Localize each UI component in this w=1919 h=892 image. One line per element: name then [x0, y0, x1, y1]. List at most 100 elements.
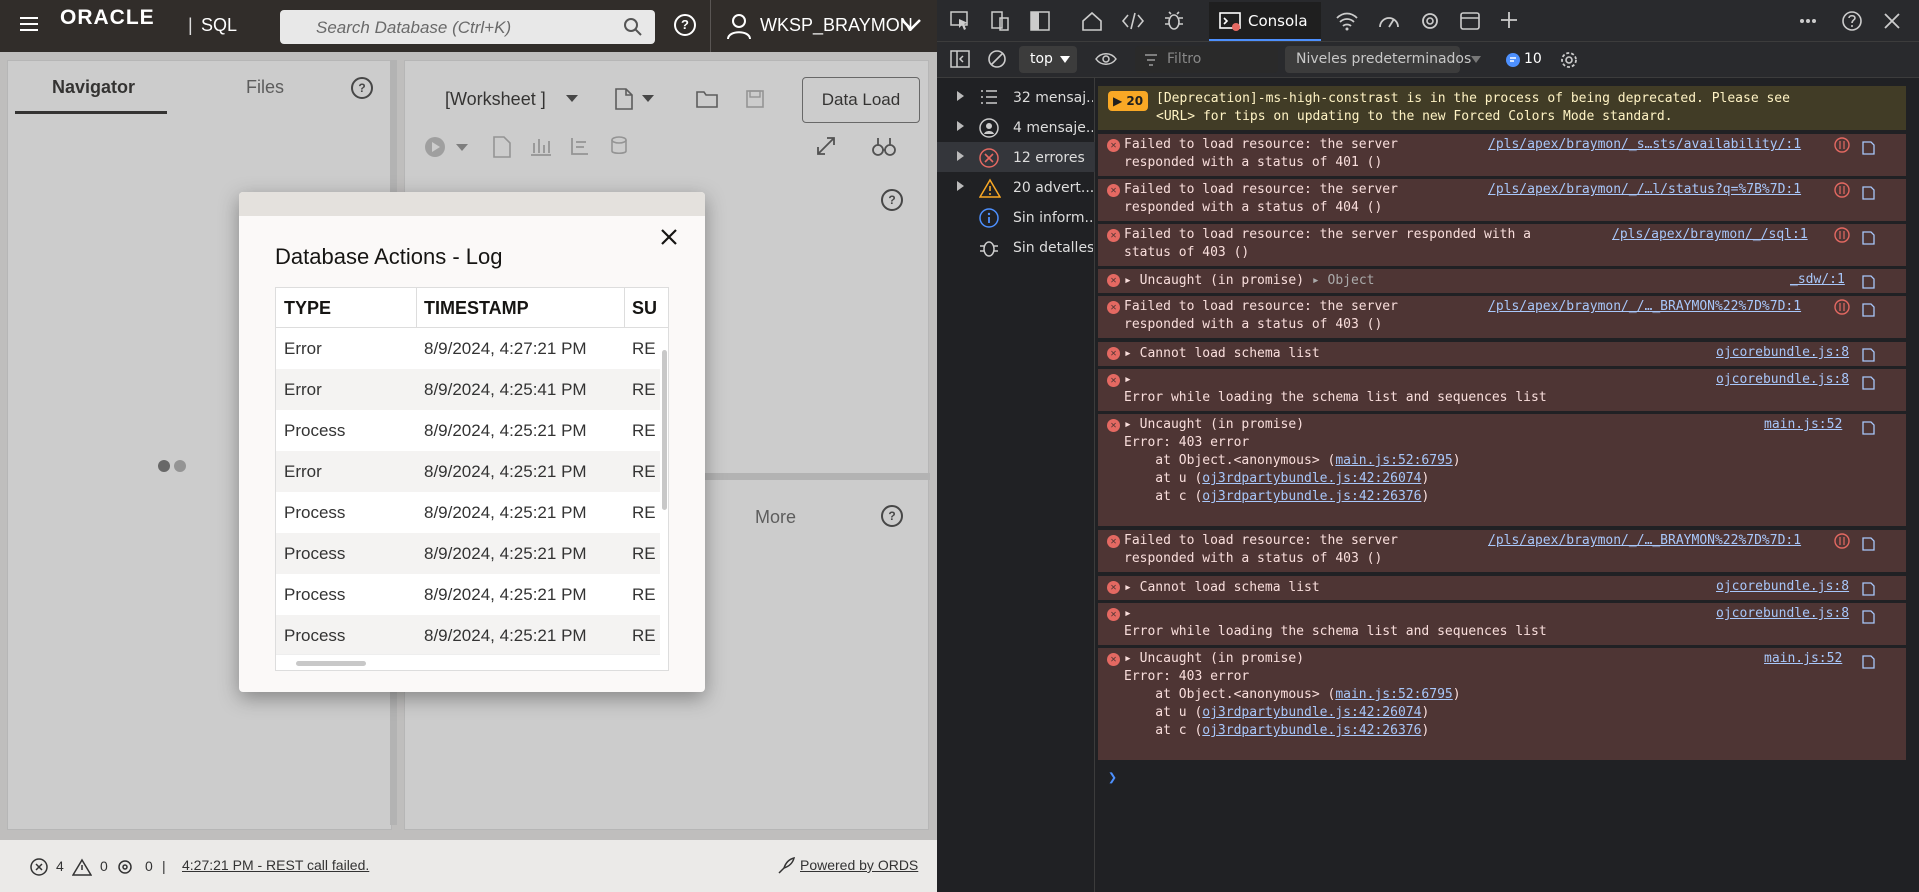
console-error[interactable]: ✕ Failed to load resource: the server re…: [1098, 530, 1906, 572]
sidebar-toggle-icon[interactable]: [949, 49, 971, 69]
source-link[interactable]: main.js:52: [1764, 651, 1842, 666]
console-error[interactable]: ✕ ▸ Uncaught (in promise) Error: 403 err…: [1098, 648, 1906, 760]
memory-chip-icon[interactable]: [1419, 10, 1441, 32]
add-tab-icon[interactable]: [1499, 10, 1519, 30]
warning-icon[interactable]: [72, 858, 92, 876]
source-link[interactable]: ojcorebundle.js:8: [1716, 372, 1849, 387]
column-header-timestamp[interactable]: TIMESTAMP: [424, 298, 529, 319]
expand-arrow-icon[interactable]: [957, 121, 964, 131]
live-expression-eye-icon[interactable]: [1095, 51, 1117, 67]
source-link[interactable]: ojcorebundle.js:8: [1716, 345, 1849, 360]
more-options-icon[interactable]: [1799, 18, 1817, 24]
source-link[interactable]: main.js:52: [1764, 417, 1842, 432]
help-icon[interactable]: [1841, 10, 1863, 32]
sidebar-item-messages[interactable]: 32 mensaj...: [937, 82, 1095, 112]
home-icon[interactable]: [1081, 10, 1103, 32]
stack-link[interactable]: oj3rdpartybundle.js:42:26074: [1202, 471, 1421, 486]
close-devtools-icon[interactable]: [1883, 12, 1901, 30]
issues-count[interactable]: 10: [1524, 51, 1542, 67]
table-row[interactable]: Process 8/9/2024, 4:25:21 PM RE: [276, 615, 660, 656]
network-request-icon[interactable]: [1834, 182, 1850, 198]
console-error[interactable]: ✕ ▸ Error while loading the schema list …: [1098, 369, 1906, 411]
source-link[interactable]: ojcorebundle.js:8: [1716, 579, 1849, 594]
powered-by-ords-link[interactable]: Powered by ORDS: [800, 857, 918, 873]
copilot-explain-icon[interactable]: [1860, 581, 1876, 597]
column-header-type[interactable]: TYPE: [284, 298, 331, 319]
table-row[interactable]: Error 8/9/2024, 4:25:41 PM RE: [276, 369, 660, 410]
sidebar-item-info[interactable]: Sin inform...: [937, 202, 1095, 232]
copilot-explain-icon[interactable]: [1860, 609, 1876, 625]
device-toolbar-icon[interactable]: [989, 10, 1011, 32]
console-error[interactable]: ✕ Failed to load resource: the server re…: [1098, 296, 1906, 338]
copilot-explain-icon[interactable]: [1860, 185, 1876, 201]
close-icon[interactable]: [660, 228, 678, 246]
console-error[interactable]: ✕ ▸ Uncaught (in promise) ▸ Object _sdw/…: [1098, 269, 1906, 293]
stack-link[interactable]: main.js:52:6795: [1335, 453, 1452, 468]
table-row[interactable]: Process 8/9/2024, 4:25:21 PM RE: [276, 533, 660, 574]
network-request-icon[interactable]: [1834, 137, 1850, 153]
table-row[interactable]: Process 8/9/2024, 4:25:21 PM RE: [276, 410, 660, 451]
elements-icon[interactable]: [1121, 10, 1145, 32]
console-error[interactable]: ✕ Failed to load resource: the server re…: [1098, 179, 1906, 221]
dialog-drag-handle[interactable]: [239, 192, 705, 216]
column-header-summary[interactable]: SU: [632, 298, 657, 319]
console-error[interactable]: ✕ ▸ Uncaught (in promise) Error: 403 err…: [1098, 414, 1906, 526]
chevron-down-icon[interactable]: [900, 18, 922, 32]
table-row[interactable]: Error 8/9/2024, 4:27:21 PM RE: [276, 328, 660, 369]
console-error[interactable]: ✕ ▸ Error while loading the schema list …: [1098, 603, 1906, 645]
copilot-explain-icon[interactable]: [1860, 654, 1876, 670]
stack-link[interactable]: oj3rdpartybundle.js:42:26074: [1202, 705, 1421, 720]
source-link[interactable]: _sdw/:1: [1790, 272, 1845, 287]
horizontal-scrollbar[interactable]: [276, 654, 660, 670]
console-error[interactable]: ✕ ▸ Cannot load schema list ojcorebundle…: [1098, 576, 1906, 600]
error-circle-icon[interactable]: [30, 858, 48, 876]
copilot-explain-icon[interactable]: [1860, 536, 1876, 552]
hamburger-menu-icon[interactable]: [20, 17, 38, 35]
copilot-explain-icon[interactable]: [1860, 375, 1876, 391]
network-request-icon[interactable]: [1834, 533, 1850, 549]
console-warning[interactable]: ▶ 20 [Deprecation]-ms-high-constrast is …: [1098, 86, 1906, 130]
scrollbar-thumb[interactable]: [296, 661, 366, 666]
settings-gear-icon[interactable]: [1558, 49, 1580, 71]
source-link[interactable]: /pls/apex/braymon/_/…l/status?q=%7B%7D:1: [1488, 182, 1801, 197]
table-row[interactable]: Process 8/9/2024, 4:25:21 PM RE: [276, 574, 660, 615]
expand-arrow-icon[interactable]: [957, 91, 964, 101]
console-error[interactable]: ✕ Failed to load resource: the server re…: [1098, 224, 1906, 266]
expand-arrow-icon[interactable]: [957, 181, 964, 191]
stack-link[interactable]: main.js:52:6795: [1335, 687, 1452, 702]
sidebar-item-warnings[interactable]: 20 advert...: [937, 172, 1095, 202]
source-link[interactable]: /pls/apex/braymon/_/…_BRAYMON%22%7D%7D:1: [1488, 299, 1801, 314]
copilot-explain-icon[interactable]: [1860, 274, 1876, 290]
sidebar-item-user-messages[interactable]: 4 mensaje...: [937, 112, 1095, 142]
network-request-icon[interactable]: [1834, 227, 1850, 243]
help-icon[interactable]: ?: [674, 14, 696, 36]
sidebar-item-verbose[interactable]: Sin detalles: [937, 232, 1095, 262]
source-link[interactable]: /pls/apex/braymon/_/sql:1: [1612, 227, 1808, 242]
debugger-bug-icon[interactable]: [1163, 10, 1185, 32]
console-error[interactable]: ✕ Failed to load resource: the server re…: [1098, 134, 1906, 176]
status-message-link[interactable]: 4:27:21 PM - REST call failed.: [182, 857, 369, 873]
application-icon[interactable]: [1459, 10, 1481, 32]
table-row[interactable]: Process 8/9/2024, 4:25:21 PM RE: [276, 492, 660, 533]
copilot-explain-icon[interactable]: [1860, 302, 1876, 318]
user-name[interactable]: WKSP_BRAYMON: [760, 15, 913, 36]
console-error[interactable]: ✕ ▸ Cannot load schema list ojcorebundle…: [1098, 342, 1906, 366]
table-row[interactable]: Error 8/9/2024, 4:25:21 PM RE: [276, 451, 660, 492]
copilot-explain-icon[interactable]: [1860, 140, 1876, 156]
source-link[interactable]: /pls/apex/braymon/_/…_BRAYMON%22%7D%7D:1: [1488, 533, 1801, 548]
network-request-icon[interactable]: [1834, 299, 1850, 315]
performance-gauge-icon[interactable]: [1377, 10, 1401, 32]
expand-arrow-icon[interactable]: [957, 151, 964, 161]
source-link[interactable]: /pls/apex/braymon/_s…sts/availability/:1: [1488, 137, 1801, 152]
clear-console-icon[interactable]: [987, 49, 1007, 69]
copilot-explain-icon[interactable]: [1860, 347, 1876, 363]
issues-icon[interactable]: [1505, 52, 1521, 68]
vertical-scrollbar[interactable]: [660, 328, 668, 654]
copilot-explain-icon[interactable]: [1860, 420, 1876, 436]
copilot-explain-icon[interactable]: [1860, 230, 1876, 246]
user-icon[interactable]: [726, 12, 752, 40]
sidebar-item-errors[interactable]: 12 errores: [937, 142, 1095, 172]
network-wifi-icon[interactable]: [1335, 10, 1359, 32]
scrollbar-thumb[interactable]: [662, 350, 667, 510]
inspect-element-icon[interactable]: [949, 10, 971, 32]
